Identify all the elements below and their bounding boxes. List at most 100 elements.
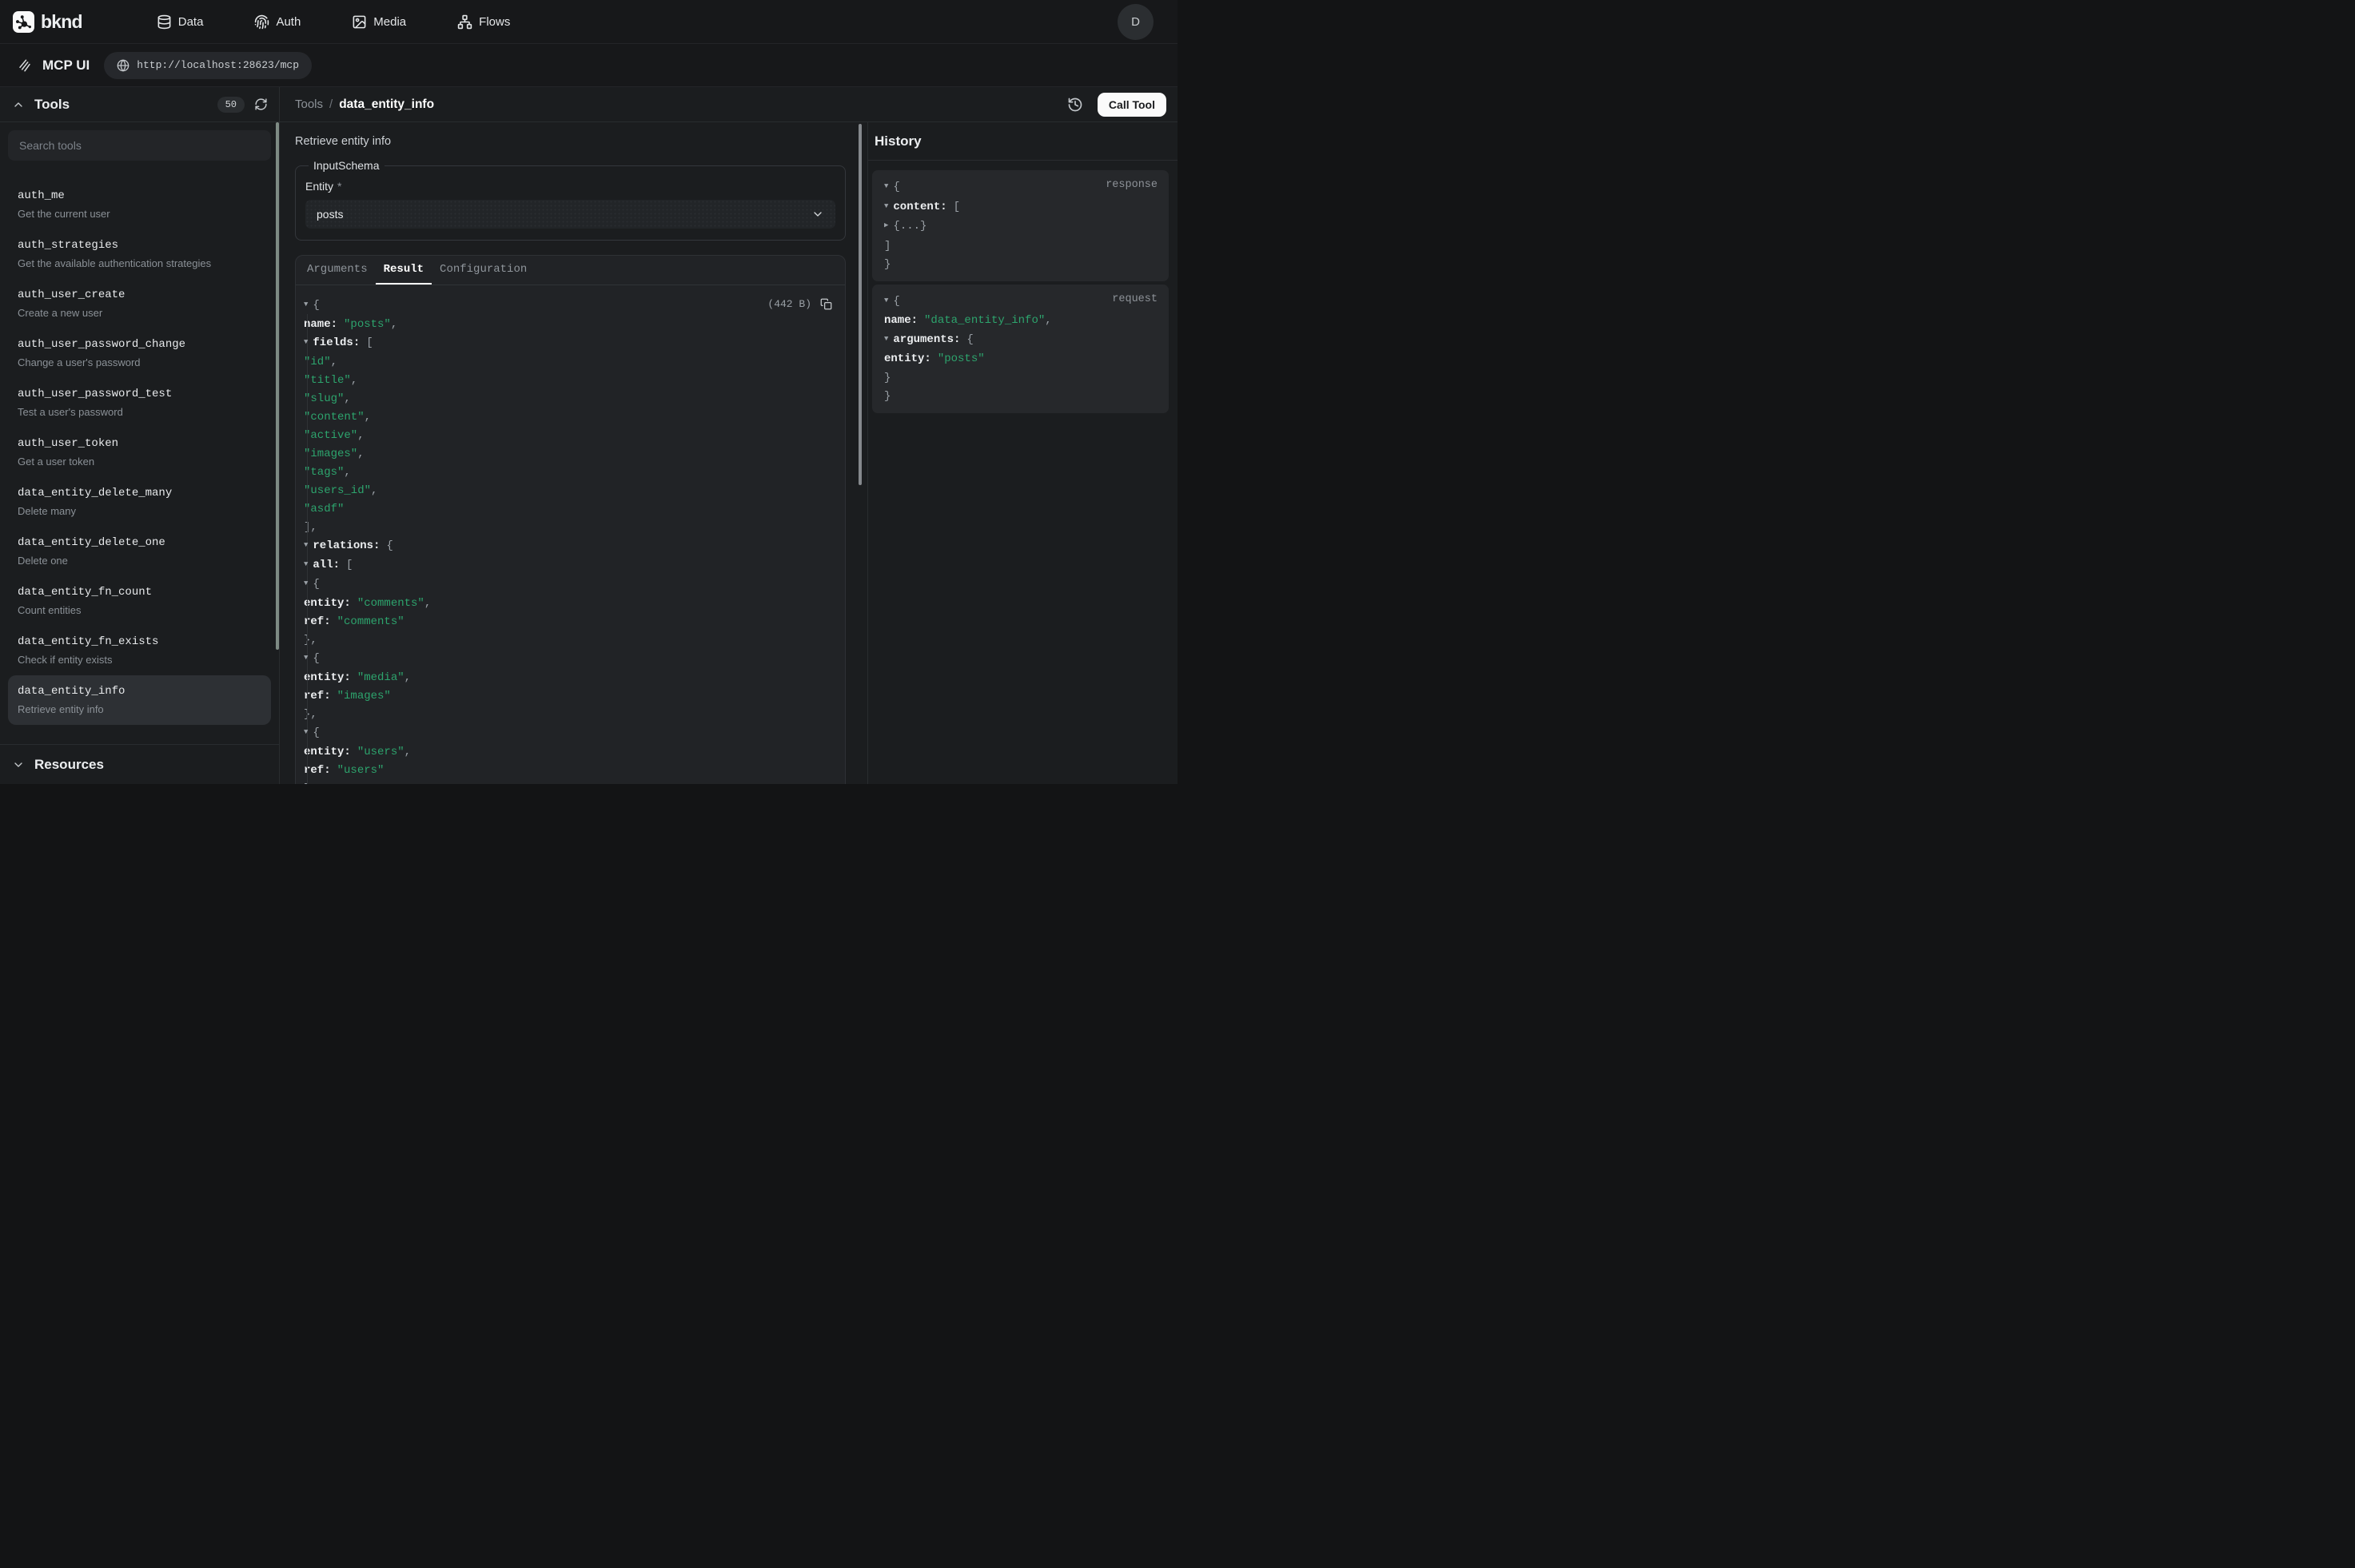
tab-label: Result: [384, 263, 424, 276]
json-line: name:"data_entity_info",: [884, 312, 1158, 331]
json-key: all:: [313, 559, 340, 571]
tool-list-item[interactable]: auth_user_password_test Test a user's pa…: [8, 378, 271, 428]
expand-toggle-icon[interactable]: ▼: [304, 575, 308, 593]
nav-item[interactable]: Flows: [457, 14, 510, 30]
expand-toggle-icon[interactable]: ▼: [884, 177, 888, 197]
sidebar-scrollbar[interactable]: [276, 122, 279, 650]
copy-icon: [820, 298, 832, 310]
tab[interactable]: Arguments: [299, 256, 376, 285]
json-key: entity:: [884, 352, 931, 365]
call-tool-button[interactable]: Call Tool: [1098, 93, 1166, 117]
refresh-tools-button[interactable]: [254, 98, 268, 111]
json-punctuation: {...}: [893, 220, 926, 233]
tool-list-item[interactable]: auth_strategies Get the available authen…: [8, 229, 271, 279]
expand-toggle-icon[interactable]: ▼: [884, 330, 888, 349]
history-card[interactable]: request ▼{ name:"data_entity_info", ▼ar: [872, 285, 1169, 413]
json-string-value: "content": [304, 411, 365, 424]
json-line: "tags",: [304, 464, 834, 482]
json-punctuation: ,: [365, 411, 371, 424]
json-line: "asdf": [304, 500, 834, 519]
json-line: entity:"media",: [304, 669, 834, 687]
json-string-value: "id": [304, 356, 331, 368]
json-string-value: "users": [357, 746, 404, 758]
expand-toggle-icon[interactable]: ▼: [884, 197, 888, 217]
tool-description: Check if entity exists: [18, 653, 261, 667]
search-tools-input[interactable]: [8, 130, 271, 161]
expand-toggle-icon[interactable]: ▼: [304, 296, 308, 314]
history-json-lines: ▼{ name:"data_entity_info", ▼arguments:{…: [884, 293, 1158, 407]
tab-label: Arguments: [307, 263, 368, 276]
result-meta: (442 B): [767, 298, 832, 310]
main-scrollbar[interactable]: [859, 124, 862, 485]
expand-toggle-icon[interactable]: ▼: [304, 536, 308, 555]
json-line: name:"posts",: [304, 316, 834, 334]
expand-toggle-icon[interactable]: ▼: [884, 292, 888, 311]
tool-list-item[interactable]: data_entity_fn_exists Check if entity ex…: [8, 626, 271, 675]
history-card-list: response ▼{ ▼content:[ ▶{...}: [868, 161, 1178, 416]
copy-result-button[interactable]: [820, 298, 832, 310]
json-punctuation: [: [366, 336, 373, 349]
tools-section-header: Tools 50: [0, 87, 279, 122]
tool-list-item[interactable]: auth_me Get the current user: [8, 180, 271, 229]
json-line: ref:"users": [304, 762, 834, 780]
tool-list-item[interactable]: data_entity_fn_count Count entities: [8, 576, 271, 626]
expand-toggle-icon[interactable]: ▼: [304, 333, 308, 352]
json-punctuation: ,: [351, 374, 357, 387]
tool-detail-header: Tools / data_entity_info Call Tool: [280, 87, 1178, 122]
history-clock-icon: [1067, 97, 1083, 113]
json-line: ▼fields:[: [304, 334, 834, 353]
globe-icon: [117, 59, 130, 72]
app-window: bknd Data Auth Media Flows D: [0, 0, 1178, 784]
expand-toggle-icon[interactable]: ▼: [304, 555, 308, 574]
json-punctuation: {: [313, 652, 319, 665]
tab[interactable]: Result: [376, 256, 432, 285]
json-punctuation: [: [346, 559, 353, 571]
brand-logo[interactable]: bknd: [13, 11, 82, 33]
json-punctuation: ,: [344, 466, 350, 479]
history-card-type-label: request: [1112, 293, 1158, 305]
history-button[interactable]: [1067, 97, 1083, 113]
nav-item[interactable]: Media: [352, 14, 406, 30]
tool-name: auth_user_token: [18, 436, 261, 452]
expand-toggle-icon[interactable]: ▼: [304, 723, 308, 742]
nav-item[interactable]: Auth: [254, 14, 301, 30]
json-key: ref:: [304, 764, 331, 777]
json-line: ▼{: [304, 296, 834, 316]
json-line: ref:"comments": [304, 613, 834, 631]
json-line: "active",: [304, 427, 834, 445]
mcp-server-url[interactable]: http://localhost:28623/mcp: [104, 52, 312, 79]
json-punctuation: {: [893, 181, 899, 193]
tool-name: auth_user_password_test: [18, 386, 261, 403]
main-nav: Data Auth Media Flows: [157, 14, 511, 30]
collapse-chevron-up-icon[interactable]: [12, 98, 25, 111]
mcp-url-text: http://localhost:28623/mcp: [137, 59, 299, 71]
tool-list-item[interactable]: data_entity_delete_many Delete many: [8, 477, 271, 527]
json-line: ],: [304, 519, 834, 537]
breadcrumb-tools-link[interactable]: Tools: [295, 98, 323, 111]
expand-toggle-icon[interactable]: ▶: [884, 217, 888, 236]
tool-list-item[interactable]: auth_user_password_change Change a user'…: [8, 328, 271, 378]
history-card[interactable]: response ▼{ ▼content:[ ▶{...}: [872, 170, 1169, 281]
entity-select[interactable]: posts: [305, 200, 835, 229]
json-punctuation: ,: [1045, 314, 1051, 327]
tool-list-item[interactable]: auth_user_token Get a user token: [8, 428, 271, 477]
json-key: name:: [304, 318, 337, 331]
nav-item[interactable]: Data: [157, 14, 204, 30]
json-string-value: "images": [337, 690, 391, 702]
json-key: ref:: [304, 690, 331, 702]
json-line: ref: "images": [304, 687, 834, 706]
json-string-value: "data_entity_info": [924, 314, 1045, 327]
tool-name: data_entity_fn_exists: [18, 634, 261, 651]
tab[interactable]: Configuration: [432, 256, 535, 285]
json-string-value: "images": [304, 448, 357, 460]
tool-list-item[interactable]: data_entity_info Retrieve entity info: [8, 675, 271, 725]
header-actions: Call Tool: [1067, 93, 1166, 117]
tool-list-item[interactable]: data_entity_delete_one Delete one: [8, 527, 271, 576]
tool-list: auth_me Get the current user auth_strate…: [8, 180, 271, 725]
expand-toggle-icon[interactable]: ▼: [304, 649, 308, 667]
resources-section-header[interactable]: Resources: [0, 744, 279, 784]
tool-list-item[interactable]: auth_user_create Create a new user: [8, 279, 271, 328]
nav-item-icon: [157, 14, 172, 30]
user-avatar[interactable]: D: [1118, 4, 1154, 40]
history-panel: History response ▼{ ▼content:[: [867, 122, 1178, 784]
